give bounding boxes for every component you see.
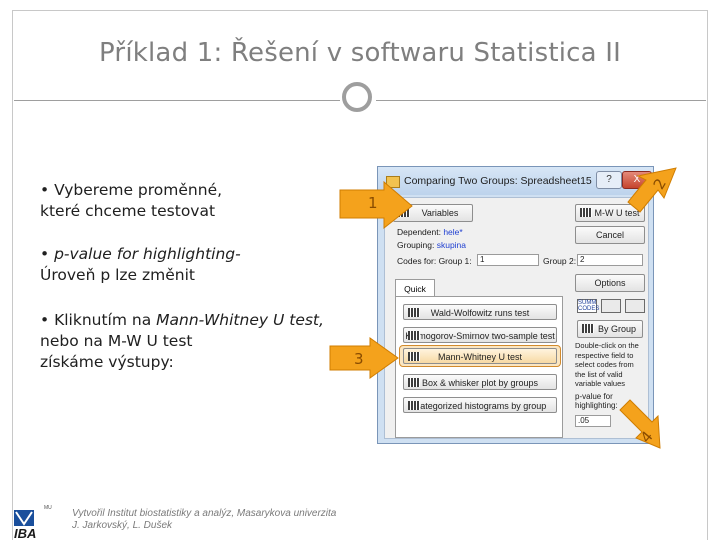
variables-button[interactable]: Variables [393, 204, 473, 222]
statistica-dialog: Comparing Two Groups: Spreadsheet15 ? X … [377, 166, 654, 444]
codes-group1-label: Codes for: Group 1: [397, 256, 472, 266]
group1-code-field[interactable]: 1 [477, 254, 539, 266]
dependent-value: hele* [443, 227, 463, 237]
iba-logo: IBA MU [14, 505, 52, 540]
grouping-label: Grouping: skupina [397, 240, 467, 250]
bullet-marker: • [40, 245, 55, 263]
kolmogorov-smirnov-button[interactable]: Kolmogorov-Smirnov two-sample test [403, 327, 557, 343]
codes-note: Double-click on the respective field to … [575, 341, 639, 388]
bullet-variables-line2: které chceme testovat [40, 202, 216, 220]
by-group-icon [582, 324, 594, 333]
bullet-variables-line1: • Vybereme proměnné, [40, 181, 223, 199]
bullet-mann-whitney: • Kliknutím na Mann-Whitney U test, nebo… [40, 310, 324, 373]
by-group-button[interactable]: By Group [577, 320, 643, 338]
variables-icon [398, 208, 410, 217]
app-icon [386, 176, 400, 188]
dialog-title: Comparing Two Groups: Spreadsheet15 [404, 175, 592, 187]
mann-whitney-button[interactable]: Mann-Whitney U test [403, 348, 557, 364]
footer-line2: J. Jarkovský, L. Dušek [72, 520, 173, 531]
wald-wolfowitz-button[interactable]: Wald-Wolfowitz runs test [403, 304, 557, 320]
title-divider-right [376, 100, 706, 101]
footer-credits: Vytvořil Institut biostatistiky a analýz… [72, 508, 336, 532]
slide-title: Příklad 1: Řešení v softwaru Statistica … [99, 38, 621, 68]
bullet-pvalue-italic: p-value for highlighting- [54, 245, 241, 263]
mw-u-test-button[interactable]: M-W U test [575, 204, 645, 222]
arrow-1-label: 1 [368, 194, 378, 212]
footer-line1: Vytvořil Institut biostatistiky a analýz… [72, 508, 337, 519]
svg-text:MU: MU [44, 505, 52, 511]
options-button[interactable]: Options [575, 274, 645, 292]
categorized-histograms-button[interactable]: Categorized histograms by group [403, 397, 557, 413]
dialog-titlebar: Comparing Two Groups: Spreadsheet15 ? X [378, 167, 653, 195]
printer-icon[interactable] [601, 299, 621, 313]
mw-icon [580, 208, 592, 217]
bullet-mw-prefix: • Kliknutím na [40, 311, 157, 329]
title-circle-ornament [342, 82, 372, 112]
pvalue-field[interactable]: .05 [575, 415, 611, 427]
summary-codes-icon[interactable]: SUMM CODES [577, 299, 599, 313]
pvalue-label: p-value for highlighting: [575, 392, 618, 410]
bullet-variables: • Vybereme proměnné, které chceme testov… [40, 180, 222, 222]
dependent-label: Dependent: hele* [397, 227, 463, 237]
grouping-value: skupina [436, 240, 467, 250]
group2-code-field[interactable]: 2 [577, 254, 643, 266]
export-icon[interactable] [625, 299, 645, 313]
bullet-mw-line3: získáme výstupy: [40, 353, 174, 371]
bullet-pvalue: • p-value for highlighting- Úroveň p lze… [40, 244, 241, 286]
bullet-mw-italic: Mann-Whitney U test, [156, 311, 324, 329]
bullet-mw-line2: nebo na M-W U test [40, 332, 193, 350]
group2-label: Group 2: [543, 256, 577, 266]
arrow-3-label: 3 [354, 350, 364, 368]
svg-text:IBA: IBA [14, 526, 36, 540]
bullet-pvalue-line2: Úroveň p lze změnit [40, 266, 195, 284]
cancel-button[interactable]: Cancel [575, 226, 645, 244]
box-whisker-button[interactable]: Box & whisker plot by groups [403, 374, 557, 390]
dialog-body: Variables M-W U test Cancel Dependent: h… [384, 197, 649, 439]
close-button[interactable]: X [622, 171, 652, 189]
title-divider-left [14, 100, 340, 101]
help-button[interactable]: ? [596, 171, 622, 189]
